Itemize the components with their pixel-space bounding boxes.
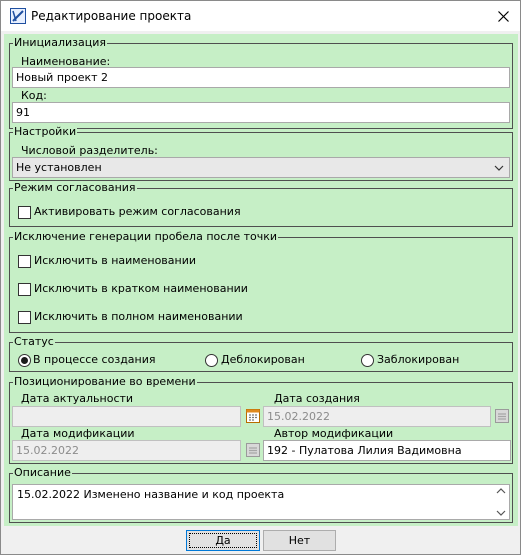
status-locked-label: Заблокирован [377, 353, 460, 366]
calendar-icon [246, 409, 260, 423]
scroll-up-icon[interactable] [495, 486, 507, 496]
status-group: Статус В процессе создания Деблокирован … [9, 335, 513, 372]
dialog-window: Редактирование проекта Инициализация Наи… [0, 0, 521, 555]
exclude-full-name-checkbox[interactable] [18, 311, 31, 324]
description-legend: Описание [13, 466, 72, 480]
description-textarea[interactable]: 15.02.2022 Изменено название и код проек… [12, 484, 510, 520]
status-locked-radio[interactable] [361, 354, 374, 367]
separator-value: Не установлен [16, 161, 102, 174]
space-exclusion-legend: Исключение генерации пробела после точки [13, 230, 279, 244]
ok-button-label: Да [215, 534, 231, 547]
exclude-short-name-checkbox[interactable] [18, 283, 31, 296]
separator-label: Числовой разделитель: [21, 144, 158, 157]
window-title: Редактирование проекта [31, 9, 192, 23]
created-date-calendar-button[interactable] [493, 407, 511, 425]
author-input[interactable]: 192 - Пулатова Лилия Вадимовна [263, 440, 511, 461]
scroll-down-icon[interactable] [495, 508, 507, 518]
modified-date-label: Дата модификации [21, 427, 135, 440]
space-exclusion-group: Исключение генерации пробела после точки… [9, 230, 513, 333]
code-label: Код: [21, 89, 47, 102]
separator-select[interactable]: Не установлен [12, 157, 510, 178]
description-group: Описание 15.02.2022 Изменено название и … [9, 466, 513, 523]
app-icon [10, 8, 26, 24]
timing-legend: Позиционирование во времени [13, 375, 197, 389]
modified-date-input[interactable]: 15.02.2022 [12, 440, 241, 461]
calendar-icon [246, 443, 260, 457]
form-panel: Инициализация Наименование: Новый проект… [4, 34, 518, 526]
status-legend: Статус [13, 335, 55, 349]
settings-group: Настройки Числовой разделитель: Не устан… [9, 125, 513, 181]
activate-approval-checkbox[interactable] [18, 206, 31, 219]
title-bar: Редактирование проекта [1, 1, 520, 31]
chevron-down-icon [494, 165, 504, 171]
approval-legend: Режим согласования [13, 181, 137, 195]
init-group: Инициализация Наименование: Новый проект… [9, 36, 513, 129]
cancel-button[interactable]: Нет [263, 530, 336, 551]
timing-group: Позиционирование во времени Дата актуаль… [9, 375, 513, 464]
description-text: 15.02.2022 Изменено название и код проек… [17, 488, 285, 501]
exclude-name-checkbox[interactable] [18, 255, 31, 268]
created-date-input[interactable]: 15.02.2022 [263, 406, 491, 427]
status-creating-radio[interactable] [18, 354, 31, 367]
code-input[interactable]: 91 [12, 102, 510, 123]
status-unlocked-radio[interactable] [205, 354, 218, 367]
approval-group: Режим согласования Активировать режим со… [9, 181, 513, 227]
close-button[interactable] [486, 1, 520, 31]
created-date-label: Дата создания [274, 392, 360, 405]
author-label: Автор модификации [274, 427, 394, 440]
cancel-button-label: Нет [288, 534, 311, 547]
exclude-short-name-label: Исключить в кратком наименовании [34, 282, 248, 295]
status-creating-label: В процессе создания [33, 353, 156, 366]
activate-approval-label: Активировать режим согласования [34, 205, 241, 218]
modified-date-calendar-button[interactable] [244, 441, 262, 459]
exclude-full-name-label: Исключить в полном наименовании [34, 310, 243, 323]
ok-button[interactable]: Да [186, 530, 260, 551]
close-icon [497, 10, 509, 22]
name-input[interactable]: Новый проект 2 [12, 67, 510, 88]
actual-date-label: Дата актуальности [21, 392, 134, 405]
actual-date-calendar-button[interactable] [244, 407, 262, 425]
status-unlocked-label: Деблокирован [221, 353, 305, 366]
settings-legend: Настройки [13, 125, 78, 139]
actual-date-input[interactable] [12, 406, 241, 427]
exclude-name-label: Исключить в наименовании [34, 254, 197, 267]
init-legend: Инициализация [13, 36, 107, 50]
calendar-icon [495, 409, 509, 423]
